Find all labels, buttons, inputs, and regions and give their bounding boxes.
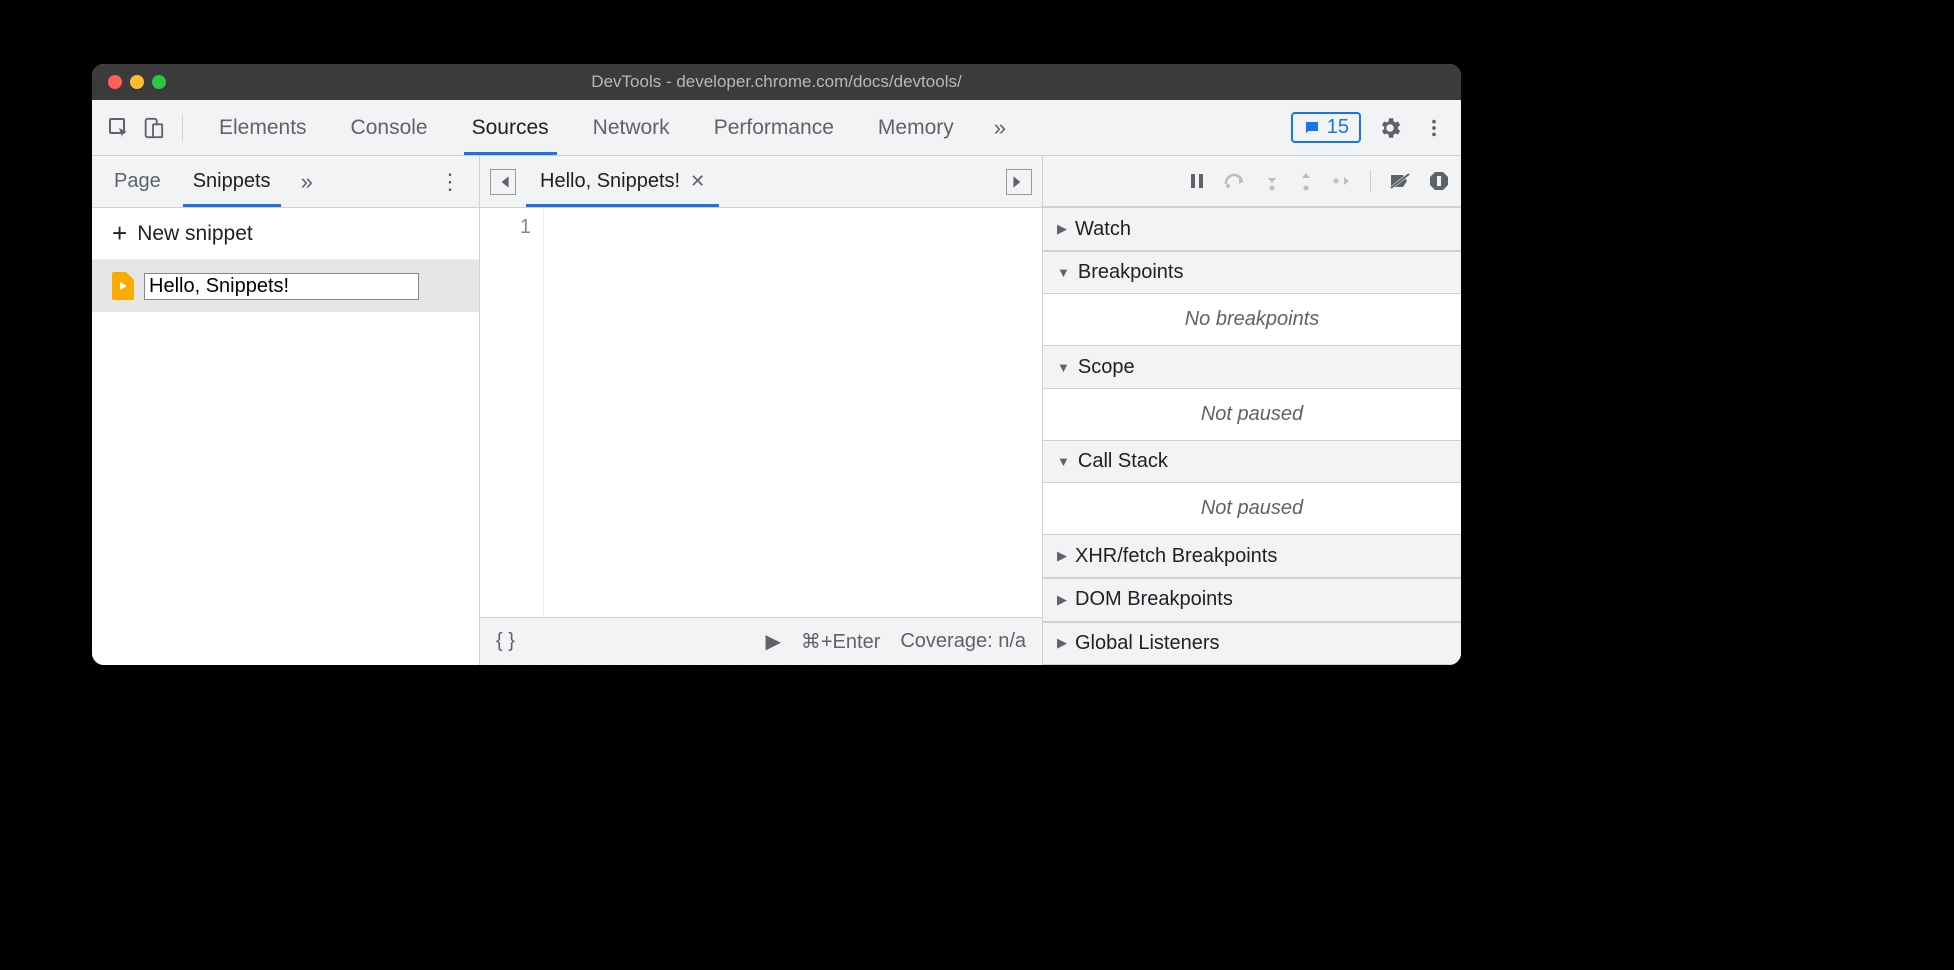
breakpoints-body: No breakpoints — [1043, 294, 1461, 345]
minimize-window-button[interactable] — [130, 75, 144, 89]
titlebar: DevTools - developer.chrome.com/docs/dev… — [92, 64, 1461, 100]
main-toolbar: Elements Console Sources Network Perform… — [92, 100, 1461, 156]
pause-exceptions-icon[interactable] — [1429, 171, 1449, 191]
run-shortcut-label: ⌘+Enter — [801, 629, 880, 654]
tab-network[interactable]: Network — [571, 100, 692, 155]
traffic-lights — [108, 75, 166, 89]
messages-badge[interactable]: 15 — [1291, 112, 1361, 143]
step-over-icon[interactable] — [1224, 172, 1246, 190]
sidebar-more-tabs-icon[interactable]: » — [287, 169, 327, 195]
devtools-window: DevTools - developer.chrome.com/docs/dev… — [92, 64, 1461, 665]
snippet-name-input[interactable] — [144, 273, 419, 300]
pretty-print-icon[interactable]: { } — [496, 630, 515, 653]
plus-icon: + — [112, 218, 127, 249]
tab-sources[interactable]: Sources — [450, 100, 571, 155]
coverage-label[interactable]: Coverage: n/a — [900, 630, 1026, 653]
sidebar-tabs: Page Snippets » ⋮ — [92, 156, 479, 208]
device-toggle-icon[interactable] — [138, 113, 168, 143]
callstack-body: Not paused — [1043, 483, 1461, 534]
editor-tab-label: Hello, Snippets! — [540, 170, 680, 193]
triangle-right-icon: ▶ — [1057, 635, 1067, 651]
section-callstack[interactable]: ▼ Call Stack — [1043, 440, 1461, 484]
snippet-list-item[interactable] — [92, 260, 479, 312]
toolbar-right: 15 — [1291, 112, 1449, 143]
section-global-listeners[interactable]: ▶ Global Listeners — [1043, 622, 1461, 666]
triangle-down-icon: ▼ — [1057, 454, 1070, 469]
settings-gear-icon[interactable] — [1375, 113, 1405, 143]
close-tab-icon[interactable]: ✕ — [690, 171, 705, 192]
editor-tabbar: Hello, Snippets! ✕ — [480, 156, 1042, 208]
tab-memory[interactable]: Memory — [856, 100, 976, 155]
inspect-element-icon[interactable] — [104, 113, 134, 143]
tab-performance[interactable]: Performance — [692, 100, 856, 155]
run-play-icon[interactable]: ▶ — [765, 629, 780, 654]
nav-next-icon[interactable] — [1006, 169, 1032, 195]
sidebar-kebab-icon[interactable]: ⋮ — [427, 169, 473, 195]
deactivate-breakpoints-icon[interactable] — [1389, 172, 1411, 190]
triangle-right-icon: ▶ — [1057, 548, 1067, 564]
messages-count: 15 — [1327, 116, 1349, 139]
snippet-file-icon — [112, 272, 134, 300]
triangle-right-icon: ▶ — [1057, 221, 1067, 237]
sidebar-tab-page[interactable]: Page — [98, 156, 177, 207]
line-number: 1 — [480, 216, 531, 239]
triangle-down-icon: ▼ — [1057, 265, 1070, 280]
section-global-label: Global Listeners — [1075, 632, 1220, 655]
code-content[interactable] — [544, 208, 1042, 617]
window-title: DevTools - developer.chrome.com/docs/dev… — [92, 72, 1461, 92]
kebab-menu-icon[interactable] — [1419, 113, 1449, 143]
section-scope[interactable]: ▼ Scope — [1043, 345, 1461, 389]
new-snippet-label: New snippet — [137, 222, 253, 246]
section-callstack-label: Call Stack — [1078, 450, 1168, 473]
nav-prev-icon[interactable] — [490, 169, 516, 195]
step-into-icon[interactable] — [1264, 171, 1280, 191]
section-scope-label: Scope — [1078, 356, 1135, 379]
line-gutter: 1 — [480, 208, 544, 617]
editor-statusbar: { } ▶ ⌘+Enter Coverage: n/a — [480, 617, 1042, 665]
maximize-window-button[interactable] — [152, 75, 166, 89]
triangle-right-icon: ▶ — [1057, 592, 1067, 608]
debug-toolbar — [1043, 156, 1461, 207]
new-snippet-button[interactable]: + New snippet — [92, 208, 479, 260]
sidebar-tab-snippets[interactable]: Snippets — [177, 156, 287, 207]
section-watch-label: Watch — [1075, 218, 1131, 241]
section-xhr-breakpoints[interactable]: ▶ XHR/fetch Breakpoints — [1043, 534, 1461, 578]
tab-console[interactable]: Console — [329, 100, 450, 155]
code-area[interactable]: 1 — [480, 208, 1042, 617]
section-xhr-label: XHR/fetch Breakpoints — [1075, 545, 1277, 568]
scope-body: Not paused — [1043, 389, 1461, 440]
triangle-down-icon: ▼ — [1057, 360, 1070, 375]
main-tabs: Elements Console Sources Network Perform… — [197, 100, 976, 155]
section-watch[interactable]: ▶ Watch — [1043, 207, 1461, 251]
tab-elements[interactable]: Elements — [197, 100, 329, 155]
editor-tab[interactable]: Hello, Snippets! ✕ — [526, 156, 719, 207]
editor-pane: Hello, Snippets! ✕ 1 { } ▶ ⌘+Enter Co — [480, 156, 1043, 665]
pause-icon[interactable] — [1188, 172, 1206, 190]
step-icon[interactable] — [1332, 173, 1352, 189]
sidebar: Page Snippets » ⋮ + New snippet — [92, 156, 480, 665]
section-dom-label: DOM Breakpoints — [1075, 588, 1233, 611]
divider — [182, 115, 183, 141]
debug-pane: ▶ Watch ▼ Breakpoints No breakpoints ▼ S… — [1043, 156, 1461, 665]
close-window-button[interactable] — [108, 75, 122, 89]
body: Page Snippets » ⋮ + New snippet — [92, 156, 1461, 665]
step-out-icon[interactable] — [1298, 171, 1314, 191]
section-breakpoints-label: Breakpoints — [1078, 261, 1184, 284]
more-tabs-icon[interactable]: » — [980, 115, 1020, 141]
section-breakpoints[interactable]: ▼ Breakpoints — [1043, 251, 1461, 295]
section-dom-breakpoints[interactable]: ▶ DOM Breakpoints — [1043, 578, 1461, 622]
